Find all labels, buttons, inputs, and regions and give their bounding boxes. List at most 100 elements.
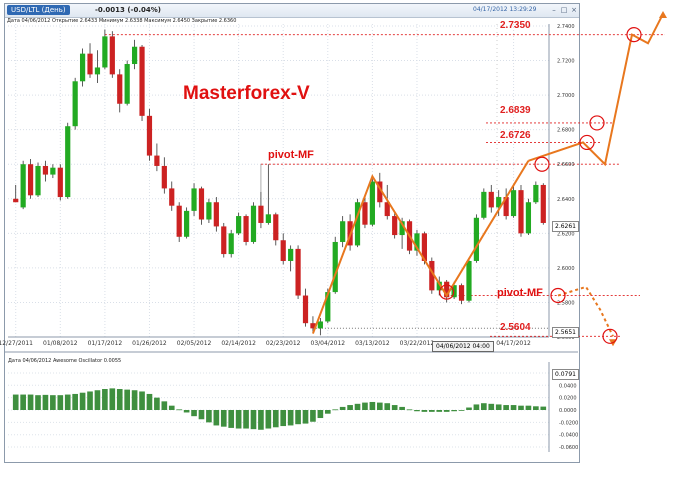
candle-bull xyxy=(250,205,257,242)
candle-bear xyxy=(169,188,175,206)
osc-bar xyxy=(540,406,547,410)
candle-bull xyxy=(35,165,41,196)
osc-bar xyxy=(168,405,175,410)
pivot-label-top: pivot-MF xyxy=(268,149,314,161)
osc-bar xyxy=(131,390,138,410)
candle-bull xyxy=(50,167,56,175)
pivot-label-bottom: pivot-MF xyxy=(497,287,543,299)
arrow-up xyxy=(659,11,667,18)
osc-bar xyxy=(79,392,86,410)
brand-watermark: Masterforex-V xyxy=(183,83,310,104)
x-tick-label: 03/22/2012 xyxy=(400,340,435,347)
candle-bull xyxy=(525,202,532,234)
osc-tick-label: 0.0000 xyxy=(559,408,577,414)
osc-bar xyxy=(146,393,153,410)
osc-bar xyxy=(124,389,130,410)
candle-bull xyxy=(132,46,138,65)
candle-bear xyxy=(295,248,301,296)
x-tick-label: 02/05/2012 xyxy=(177,340,212,347)
x-tick-label: 03/13/2012 xyxy=(355,340,390,347)
candle-bear xyxy=(117,74,123,104)
candle-bear xyxy=(362,202,368,225)
x-tick-label: 12/27/2011 xyxy=(0,340,33,347)
osc-bar xyxy=(533,406,539,410)
osc-tick-label: -0.0200 xyxy=(559,420,578,426)
candle-bear xyxy=(198,188,205,220)
osc-bar xyxy=(458,410,465,411)
osc-bar xyxy=(317,410,324,419)
candle-bull xyxy=(184,210,190,237)
osc-bar xyxy=(280,410,287,427)
candle-bull xyxy=(533,184,539,203)
osc-bar xyxy=(362,402,368,410)
osc-bar xyxy=(72,393,78,410)
level-label-2: 2.6839 xyxy=(500,105,531,116)
osc-bar xyxy=(220,410,227,427)
candle-bear xyxy=(221,226,227,255)
y-tick-label: 2.7000 xyxy=(557,93,575,99)
osc-bar xyxy=(429,410,435,412)
candle-bull xyxy=(79,53,86,82)
osc-bar xyxy=(295,410,301,425)
y-tick-label: 2.6000 xyxy=(557,266,575,272)
osc-bar xyxy=(451,410,457,412)
y-tick-label: 2.7400 xyxy=(557,24,575,30)
osc-bar xyxy=(488,403,495,410)
osc-bar xyxy=(198,410,205,420)
osc-bar xyxy=(495,404,502,410)
crosshair-price-tag: 2.5651 xyxy=(552,327,579,338)
y-tick-label: 2.6200 xyxy=(557,231,575,237)
candle-bull xyxy=(317,321,323,329)
candle-bear xyxy=(146,115,153,156)
candle-bull xyxy=(124,64,130,104)
osc-bar xyxy=(525,405,532,410)
osc-bar xyxy=(228,410,235,428)
y-tick-label: 2.6800 xyxy=(557,128,575,134)
candle-bear xyxy=(392,216,398,236)
osc-bar xyxy=(406,409,413,411)
candle-bear xyxy=(13,198,19,203)
candle-bear xyxy=(161,165,167,189)
osc-bar xyxy=(443,410,450,412)
target-circle xyxy=(589,115,605,131)
price-chart[interactable]: 2.7400 2.7200 2.7000 2.6800 2.6600 2.6400 2.62… xyxy=(0,0,688,497)
y-tick-label: 2.7200 xyxy=(557,59,575,65)
osc-bar xyxy=(399,406,405,410)
osc-bar xyxy=(139,391,145,410)
osc-bar xyxy=(206,410,212,423)
candle-bull xyxy=(236,216,242,234)
osc-bar xyxy=(12,394,19,410)
candle-bear xyxy=(540,184,546,223)
osc-bar xyxy=(116,389,123,410)
x-tick-label: 01/26/2012 xyxy=(132,340,167,347)
osc-bar xyxy=(339,406,346,410)
candle-bear xyxy=(518,190,524,234)
candle-bear xyxy=(57,167,63,198)
x-tick-label: 02/23/2012 xyxy=(266,340,301,347)
osc-bar xyxy=(42,394,49,410)
candle-bull xyxy=(510,190,517,217)
osc-bar xyxy=(94,390,101,410)
current-price-tag: 2.6261 xyxy=(552,221,579,232)
candle-bear xyxy=(458,285,465,301)
osc-bar xyxy=(347,405,353,410)
osc-bar xyxy=(436,410,443,412)
osc-bar xyxy=(510,405,517,410)
osc-bar xyxy=(324,410,331,414)
osc-bar xyxy=(20,394,26,410)
osc-bar xyxy=(384,403,391,410)
candle-bear xyxy=(258,205,264,223)
osc-bar xyxy=(27,394,34,410)
osc-bar xyxy=(213,410,220,426)
osc-bar xyxy=(332,409,339,411)
level-label-3: 2.6726 xyxy=(500,130,531,141)
osc-bar xyxy=(466,407,472,410)
osc-bar xyxy=(376,402,383,410)
osc-bar xyxy=(481,403,487,410)
osc-tick-label: -0.0600 xyxy=(559,445,578,451)
osc-bar xyxy=(518,405,524,410)
candle-bull xyxy=(94,67,101,75)
candle-bear xyxy=(243,216,249,242)
x-tick-label: 01/17/2012 xyxy=(88,340,123,347)
wave-zigzag xyxy=(312,160,530,334)
